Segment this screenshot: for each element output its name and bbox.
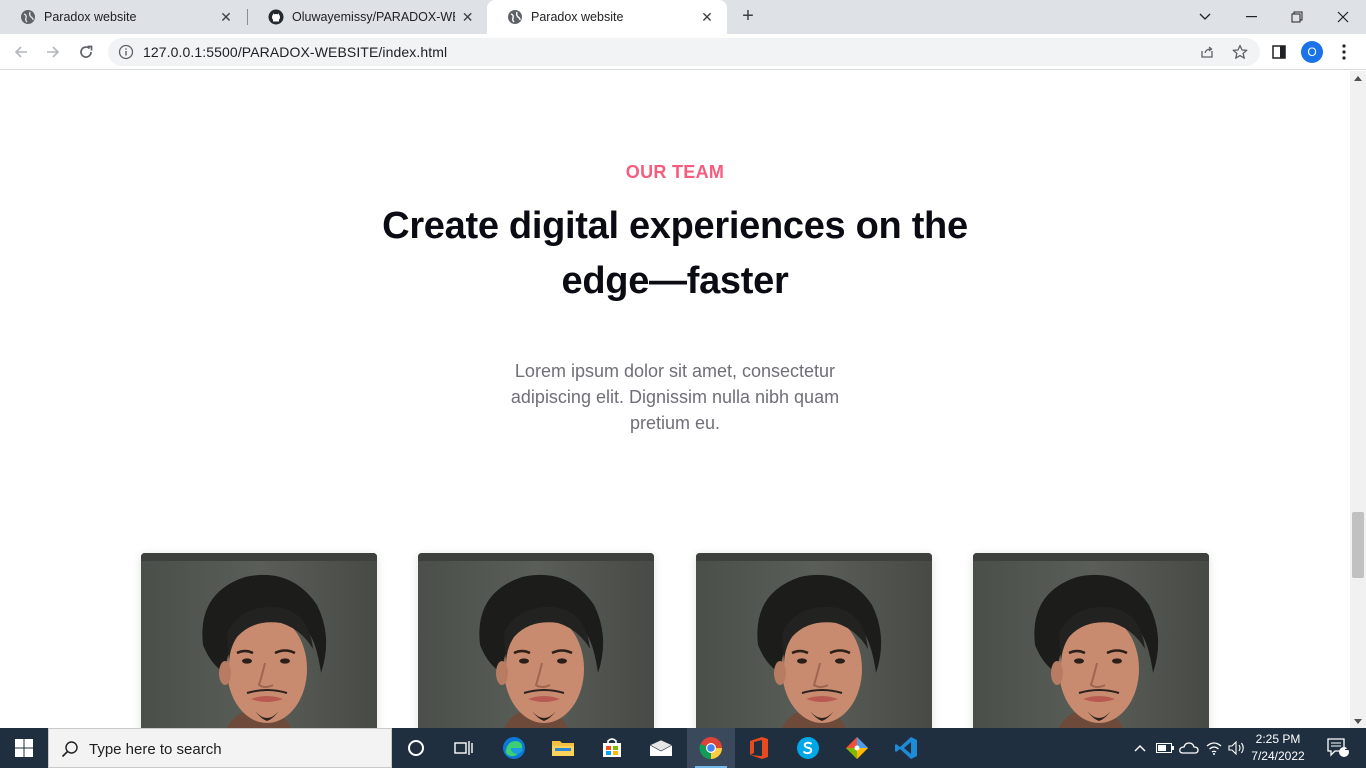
back-icon[interactable]: [7, 38, 35, 66]
windows-taskbar: Type here to search 2:25 PM 7/24/2022 1: [0, 728, 1366, 768]
file-explorer-icon[interactable]: [539, 728, 587, 768]
github-icon: [268, 9, 284, 25]
new-tab-icon[interactable]: +: [737, 6, 759, 28]
team-member-photo-1[interactable]: [141, 553, 377, 728]
section-description: Lorem ipsum dolor sit amet, consectetur …: [510, 361, 840, 433]
notification-count-badge: 1: [1344, 742, 1350, 752]
search-placeholder: Type here to search: [89, 741, 222, 758]
cortana-icon[interactable]: [392, 728, 440, 768]
portrait-image: [141, 553, 377, 728]
page-scrollbar[interactable]: [1350, 71, 1366, 728]
portrait-image: [696, 553, 932, 728]
reload-icon[interactable]: [72, 38, 100, 66]
tab-paradox-active[interactable]: Paradox website ✕: [487, 0, 727, 34]
tab-title: Paradox website: [531, 10, 624, 24]
close-window-icon[interactable]: [1320, 0, 1366, 34]
clock-date: 7/24/2022: [1251, 749, 1305, 763]
tab-paradox-1[interactable]: Paradox website ✕: [0, 0, 246, 34]
section-headline: Create digital experiences on the edge—f…: [382, 205, 968, 302]
forward-icon[interactable]: [39, 38, 67, 66]
close-tab-icon[interactable]: ✕: [699, 9, 715, 25]
url-text: 127.0.0.1:5500/PARADOX-WEBSITE/index.htm…: [143, 44, 448, 60]
restore-icon[interactable]: [1274, 0, 1320, 34]
scrollbar-thumb[interactable]: [1352, 512, 1364, 578]
notifications-icon[interactable]: 1: [1318, 728, 1358, 768]
globe-icon: [20, 9, 36, 25]
team-member-photo-4[interactable]: [973, 553, 1209, 728]
share-icon[interactable]: [1199, 44, 1215, 60]
git-icon[interactable]: [833, 728, 881, 768]
tab-search-icon[interactable]: [1182, 0, 1228, 34]
page-viewport: OUR TEAM Create digital experiences on t…: [0, 71, 1350, 728]
scroll-down-arrow-icon[interactable]: [1350, 714, 1366, 728]
team-member-photo-2[interactable]: [418, 553, 654, 728]
side-panel-icon[interactable]: [1265, 38, 1293, 66]
close-tab-icon[interactable]: ✕: [461, 9, 474, 25]
onedrive-icon[interactable]: [1178, 728, 1200, 768]
show-hidden-icons-icon[interactable]: [1130, 728, 1150, 768]
taskbar-search-box[interactable]: Type here to search: [48, 728, 392, 768]
address-bar[interactable]: 127.0.0.1:5500/PARADOX-WEBSITE/index.htm…: [108, 38, 1260, 66]
clock-time: 2:25 PM: [1255, 732, 1301, 746]
chrome-icon[interactable]: [687, 728, 735, 768]
profile-avatar[interactable]: O: [1301, 41, 1323, 63]
store-icon[interactable]: [588, 728, 636, 768]
scroll-up-arrow-icon[interactable]: [1350, 71, 1366, 85]
team-grid: [141, 553, 1209, 728]
close-tab-icon[interactable]: ✕: [218, 9, 234, 25]
edge-icon[interactable]: [490, 728, 538, 768]
minimize-icon[interactable]: [1228, 0, 1274, 34]
tab-title: Paradox website: [44, 10, 137, 24]
tab-title: Oluwayemissy/PARADOX-WEBSITE: [292, 10, 455, 24]
search-icon: [61, 740, 79, 758]
taskbar-clock[interactable]: 2:25 PM 7/24/2022: [1246, 731, 1310, 765]
task-view-icon[interactable]: [440, 728, 488, 768]
windows-start-icon[interactable]: [0, 728, 48, 768]
tab-github[interactable]: Oluwayemissy/PARADOX-WEBSITE ✕: [248, 0, 486, 34]
team-member-photo-3[interactable]: [696, 553, 932, 728]
tab-strip: Paradox website ✕ Oluwayemissy/PARADOX-W…: [0, 0, 1366, 34]
mail-icon[interactable]: [637, 728, 685, 768]
globe-icon: [507, 9, 523, 25]
office-icon[interactable]: [735, 728, 783, 768]
browser-toolbar: 127.0.0.1:5500/PARADOX-WEBSITE/index.htm…: [0, 34, 1366, 70]
portrait-image: [973, 553, 1209, 728]
section-eyebrow: OUR TEAM: [625, 162, 725, 182]
skype-icon[interactable]: [784, 728, 832, 768]
volume-icon[interactable]: [1227, 728, 1247, 768]
menu-kebab-icon[interactable]: [1335, 42, 1353, 62]
bookmark-star-icon[interactable]: [1232, 44, 1248, 60]
battery-icon[interactable]: [1155, 728, 1175, 768]
portrait-image: [418, 553, 654, 728]
wifi-icon[interactable]: [1204, 728, 1224, 768]
site-info-icon[interactable]: [118, 44, 134, 60]
vscode-icon[interactable]: [882, 728, 930, 768]
